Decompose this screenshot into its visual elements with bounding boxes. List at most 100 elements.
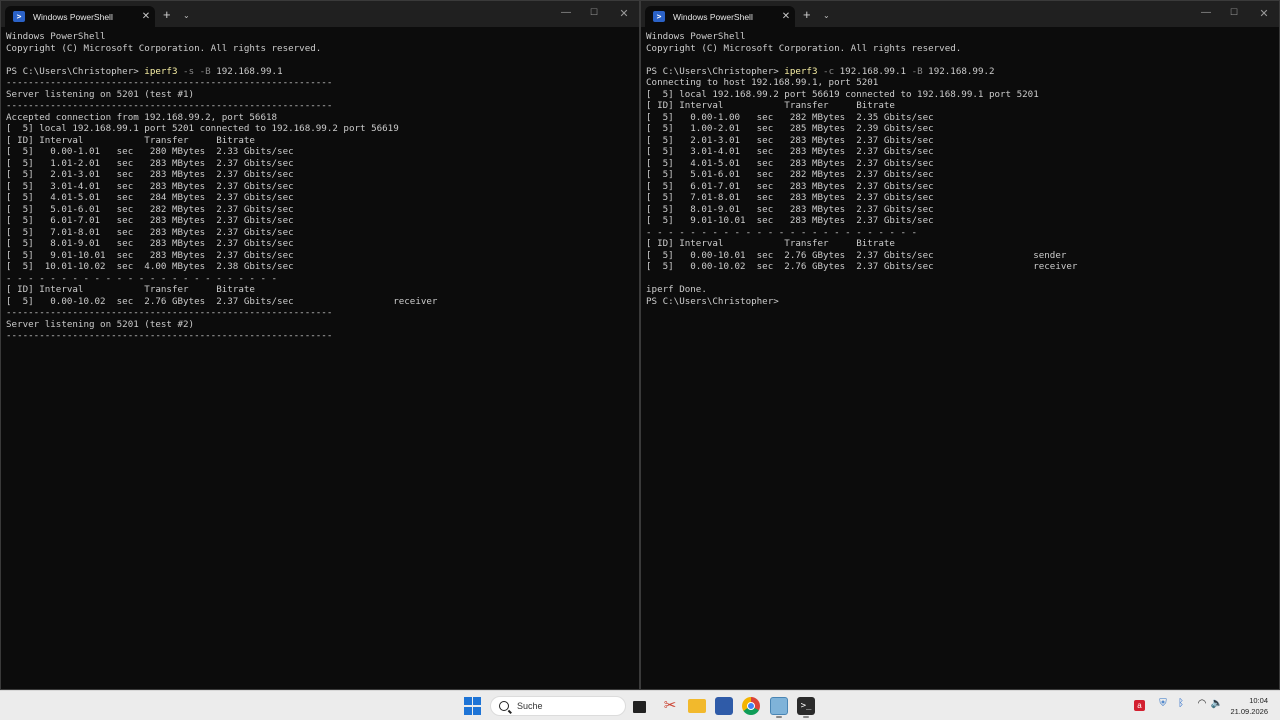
- clock-time: 10:04: [1249, 696, 1268, 705]
- wifi-icon[interactable]: ◠: [1195, 698, 1209, 709]
- close-window-button[interactable]: ✕: [1257, 7, 1271, 20]
- taskbar-search[interactable]: Suche: [490, 696, 626, 716]
- console-text: PS C:\Users\Christopher>: [6, 65, 145, 77]
- maximize-button[interactable]: ☐: [587, 7, 601, 18]
- console-line: [ 5] 2.01-3.01 sec 283 MBytes 2.37 Gbits…: [6, 169, 639, 181]
- console-text: - - - - - - - - - - - - - - - - - - - - …: [646, 226, 918, 238]
- console-text: [ 5] 9.01-10.01 sec 283 MBytes 2.37 Gbit…: [646, 215, 934, 226]
- maximize-button[interactable]: ☐: [1227, 7, 1241, 18]
- console-line: [ 5] local 192.168.99.2 port 56619 conne…: [646, 89, 1279, 101]
- console-line: [ ID] Interval Transfer Bitrate: [6, 284, 639, 296]
- console-line: ----------------------------------------…: [6, 330, 639, 342]
- console-text: 192.168.99.2: [928, 65, 995, 77]
- console-param: -B: [906, 65, 929, 77]
- console-line: [ ID] Interval Transfer Bitrate: [646, 100, 1279, 112]
- console-line: Copyright (C) Microsoft Corporation. All…: [646, 43, 1279, 55]
- app-tray-icon[interactable]: a: [1134, 700, 1145, 711]
- tab-powershell[interactable]: > Windows PowerShell ✕: [645, 6, 795, 27]
- console-text: [ 5] 7.01-8.01 sec 283 MBytes 2.37 Gbits…: [6, 226, 294, 238]
- console-text: [ 5] 0.00-10.02 sec 2.76 GBytes 2.37 Gbi…: [6, 295, 438, 307]
- bluetooth-icon[interactable]: ᛒ: [1174, 698, 1188, 709]
- tab-close-icon[interactable]: ✕: [777, 11, 795, 22]
- snipping-tool-icon[interactable]: ✂: [661, 697, 679, 715]
- terminal-window-left[interactable]: > Windows PowerShell ✕ + ⌄ — ☐ ✕ Windows…: [0, 0, 640, 690]
- console-line: [ 5] 4.01-5.01 sec 284 MBytes 2.37 Gbits…: [6, 192, 639, 204]
- console-line: ----------------------------------------…: [6, 100, 639, 112]
- microsoft-store-icon[interactable]: [715, 697, 733, 715]
- console-line: [ 5] 7.01-8.01 sec 283 MBytes 2.37 Gbits…: [6, 227, 639, 239]
- console-output[interactable]: Windows PowerShell Copyright (C) Microsof…: [646, 31, 1279, 307]
- console-line: [ 5] 5.01-6.01 sec 282 MBytes 2.37 Gbits…: [646, 169, 1279, 181]
- console-text: [ 5] 3.01-4.01 sec 283 MBytes 2.37 Gbits…: [6, 180, 294, 192]
- windows-start-icon[interactable]: [464, 697, 482, 715]
- minimize-button[interactable]: —: [1199, 7, 1213, 18]
- console-text: [ 5] local 192.168.99.1 port 5201 connec…: [6, 123, 399, 134]
- console-line: [ 5] 9.01-10.01 sec 283 MBytes 2.37 Gbit…: [6, 250, 639, 262]
- tab-close-icon[interactable]: ✕: [137, 11, 155, 22]
- volume-icon[interactable]: 🔈: [1210, 698, 1224, 709]
- console-text: Connecting to host 192.168.99.1, port 52…: [646, 77, 879, 88]
- console-line: [ 5] 3.01-4.01 sec 283 MBytes 2.37 Gbits…: [6, 181, 639, 193]
- system-clock[interactable]: 10:04 21.09.2026: [1230, 695, 1268, 717]
- console-line: [ 5] 0.00-10.01 sec 2.76 GBytes 2.37 Gbi…: [646, 250, 1279, 262]
- console-line: Windows PowerShell: [6, 31, 639, 43]
- console-line: [ 5] 5.01-6.01 sec 282 MBytes 2.37 Gbits…: [6, 204, 639, 216]
- console-text: [ 5] 1.00-2.01 sec 285 MBytes 2.39 Gbits…: [646, 123, 934, 134]
- chevron-down-icon[interactable]: ⌄: [823, 9, 830, 23]
- console-text: [ 5] 8.01-9.01 sec 283 MBytes 2.37 Gbits…: [6, 238, 294, 249]
- console-line: Accepted connection from 192.168.99.2, p…: [6, 112, 639, 124]
- console-line: PS C:\Users\Christopher> iperf3 -s -B 19…: [6, 66, 639, 78]
- console-text: ----------------------------------------…: [6, 330, 333, 341]
- tab-title: Windows PowerShell: [673, 11, 753, 22]
- console-line: [ 5] 9.01-10.01 sec 283 MBytes 2.37 Gbit…: [646, 215, 1279, 227]
- console-text: Server listening on 5201 (test #2): [6, 318, 195, 330]
- title-bar[interactable]: > Windows PowerShell ✕ + ⌄ — ☐ ✕: [641, 1, 1279, 27]
- console-text: [ 5] 2.01-3.01 sec 283 MBytes 2.37 Gbits…: [6, 169, 294, 180]
- console-line: [ ID] Interval Transfer Bitrate: [6, 135, 639, 147]
- chrome-center: [747, 702, 755, 710]
- console-text: [ 5] 1.01-2.01 sec 283 MBytes 2.37 Gbits…: [6, 157, 294, 169]
- console-text: PS C:\Users\Christopher>: [646, 295, 779, 307]
- close-window-button[interactable]: ✕: [617, 7, 631, 20]
- minimize-button[interactable]: —: [559, 7, 573, 18]
- console-text: Windows PowerShell: [6, 31, 106, 42]
- console-text: [ 5] 8.01-9.01 sec 283 MBytes 2.37 Gbits…: [646, 203, 934, 215]
- console-cmd: iperf3: [144, 65, 178, 77]
- console-line: - - - - - - - - - - - - - - - - - - - - …: [6, 273, 639, 285]
- powershell-icon: >: [13, 11, 25, 22]
- console-line: [ 5] 0.00-1.01 sec 280 MBytes 2.33 Gbits…: [6, 146, 639, 158]
- terminal-icon[interactable]: >_: [797, 697, 815, 715]
- chevron-down-icon[interactable]: ⌄: [183, 9, 190, 23]
- console-text: [ ID] Interval Transfer Bitrate: [646, 238, 895, 249]
- search-icon: [499, 701, 509, 711]
- console-text: ----------------------------------------…: [6, 307, 333, 318]
- file-explorer-icon[interactable]: [688, 699, 706, 713]
- console-text: iperf Done.: [646, 284, 707, 295]
- new-tab-button[interactable]: +: [803, 8, 811, 22]
- console-line: [ ID] Interval Transfer Bitrate: [646, 238, 1279, 250]
- console-line: [ 5] 1.01-2.01 sec 283 MBytes 2.37 Gbits…: [6, 158, 639, 170]
- powershell-icon: >: [653, 11, 665, 22]
- console-line: iperf Done.: [646, 284, 1279, 296]
- console-output[interactable]: Windows PowerShell Copyright (C) Microsof…: [6, 31, 639, 342]
- remote-desktop-icon[interactable]: [770, 697, 788, 715]
- console-text: [ 5] 9.01-10.01 sec 283 MBytes 2.37 Gbit…: [6, 249, 294, 261]
- title-bar[interactable]: > Windows PowerShell ✕ + ⌄ — ☐ ✕: [1, 1, 639, 27]
- tab-powershell[interactable]: > Windows PowerShell ✕: [5, 6, 155, 27]
- terminal-window-right[interactable]: > Windows PowerShell ✕ + ⌄ — ☐ ✕ Windows…: [640, 0, 1280, 690]
- console-line: [ 5] 2.01-3.01 sec 283 MBytes 2.37 Gbits…: [646, 135, 1279, 147]
- console-text: [ 5] 5.01-6.01 sec 282 MBytes 2.37 Gbits…: [6, 203, 294, 215]
- task-view-icon[interactable]: [633, 701, 646, 713]
- new-tab-button[interactable]: +: [163, 8, 171, 22]
- console-param: -c: [817, 65, 840, 77]
- console-text: - - - - - - - - - - - - - - - - - - - - …: [6, 272, 278, 284]
- security-shield-icon[interactable]: ⛨: [1156, 698, 1170, 709]
- console-line: [ 5] 8.01-9.01 sec 283 MBytes 2.37 Gbits…: [646, 204, 1279, 216]
- console-text: [ 5] 7.01-8.01 sec 283 MBytes 2.37 Gbits…: [646, 192, 934, 203]
- console-line: Server listening on 5201 (test #1): [6, 89, 639, 101]
- console-text: [ ID] Interval Transfer Bitrate: [6, 284, 255, 295]
- console-text: [ 5] 3.01-4.01 sec 283 MBytes 2.37 Gbits…: [646, 146, 934, 157]
- chrome-icon[interactable]: [742, 697, 760, 715]
- running-indicator: [803, 716, 809, 718]
